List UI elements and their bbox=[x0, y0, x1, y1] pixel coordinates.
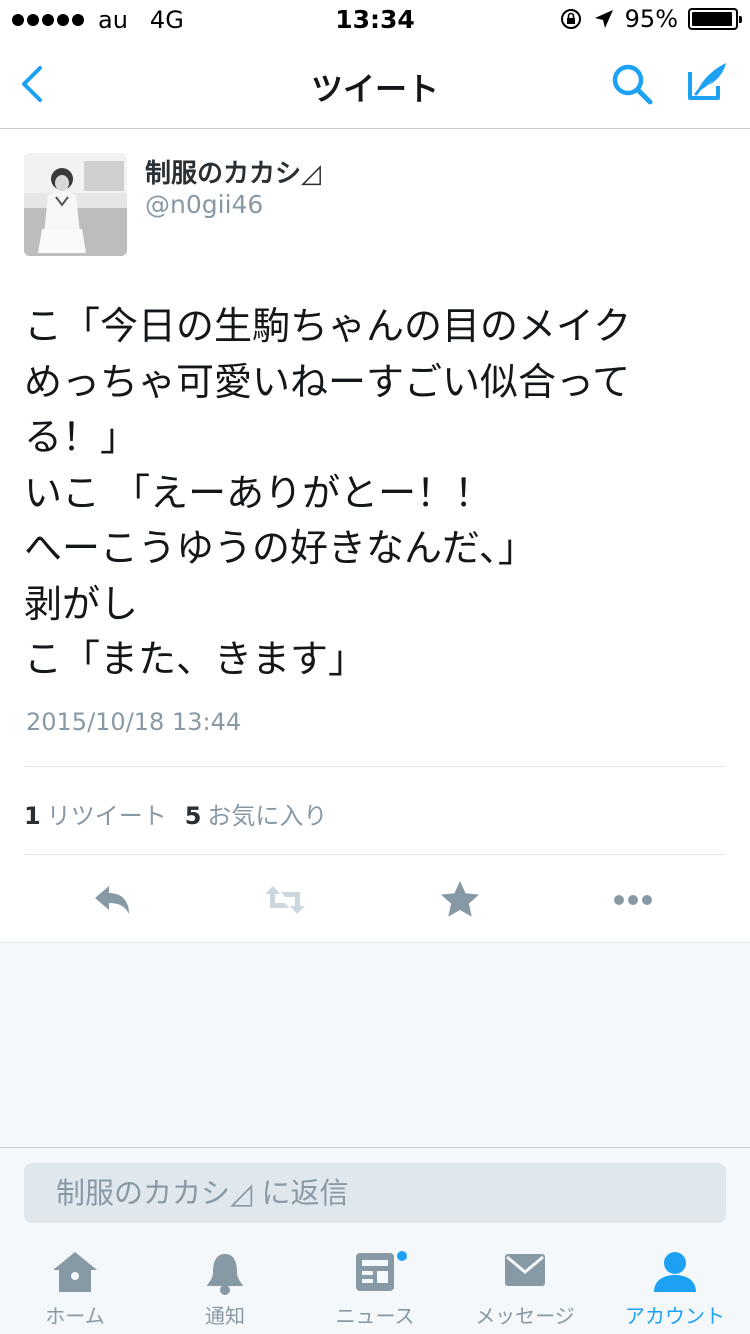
tab-label: アカウント bbox=[625, 1304, 725, 1328]
location-arrow-icon bbox=[594, 10, 613, 28]
tab-label: ホーム bbox=[45, 1304, 105, 1328]
envelope-icon bbox=[505, 1254, 545, 1286]
tweet-detail-screen: au 4G 13:34 95% ツイート 制服のカカシ◿ @n0gii46 こ「… bbox=[0, 0, 750, 1334]
battery-icon bbox=[688, 8, 742, 30]
more-icon[interactable] bbox=[611, 878, 655, 922]
bell-icon bbox=[207, 1254, 243, 1295]
person-icon bbox=[654, 1252, 696, 1292]
divider bbox=[24, 766, 725, 767]
compose-icon[interactable] bbox=[682, 58, 730, 106]
status-right: 95% bbox=[559, 5, 742, 33]
retweet-label[interactable]: リツイート bbox=[47, 796, 167, 831]
news-badge-dot bbox=[396, 1250, 408, 1262]
navigation-bar: ツイート bbox=[0, 40, 750, 129]
avatar[interactable] bbox=[24, 153, 127, 256]
retweet-icon[interactable] bbox=[263, 878, 307, 922]
reply-input[interactable] bbox=[24, 1163, 726, 1223]
retweet-count[interactable]: 1 bbox=[24, 802, 41, 830]
author-handle[interactable]: @n0gii46 bbox=[145, 190, 263, 219]
rotation-lock-icon bbox=[560, 9, 581, 29]
tab-home[interactable]: ホーム bbox=[0, 1240, 150, 1334]
home-icon bbox=[53, 1252, 97, 1292]
news-icon bbox=[356, 1253, 394, 1291]
tweet-action-bar bbox=[0, 870, 750, 930]
tab-notifications[interactable]: 通知 bbox=[150, 1240, 300, 1334]
divider bbox=[24, 854, 725, 855]
tab-news[interactable]: ニュース bbox=[300, 1240, 450, 1334]
tab-label: 通知 bbox=[205, 1304, 245, 1328]
tab-label: メッセージ bbox=[475, 1304, 575, 1328]
like-count[interactable]: 5 bbox=[185, 802, 202, 830]
tab-bar: ホーム 通知 ニュース メッセージ アカウント bbox=[0, 1240, 750, 1334]
tweet-timestamp: 2015/10/18 13:44 bbox=[26, 708, 242, 736]
reply-icon[interactable] bbox=[91, 878, 135, 922]
star-icon[interactable] bbox=[438, 878, 482, 922]
tweet-text: こ「今日の生駒ちゃんの目のメイク めっちゃ可愛いねーすごい似合って る！」 いこ… bbox=[24, 304, 632, 681]
like-label[interactable]: お気に入り bbox=[207, 796, 327, 831]
battery-fill bbox=[692, 12, 732, 26]
author-name[interactable]: 制服のカカシ◿ bbox=[145, 153, 321, 190]
tab-messages[interactable]: メッセージ bbox=[450, 1240, 600, 1334]
tweet-stats: 1 リツイート 5 お気に入り bbox=[24, 796, 327, 831]
search-icon[interactable] bbox=[608, 60, 656, 108]
tab-label: ニュース bbox=[335, 1304, 415, 1328]
status-bar: au 4G 13:34 95% bbox=[0, 0, 750, 40]
empty-replies-area bbox=[0, 942, 750, 1147]
tab-account[interactable]: アカウント bbox=[600, 1240, 750, 1334]
battery-percent: 95% bbox=[624, 5, 678, 33]
avatar-photo bbox=[24, 153, 127, 256]
